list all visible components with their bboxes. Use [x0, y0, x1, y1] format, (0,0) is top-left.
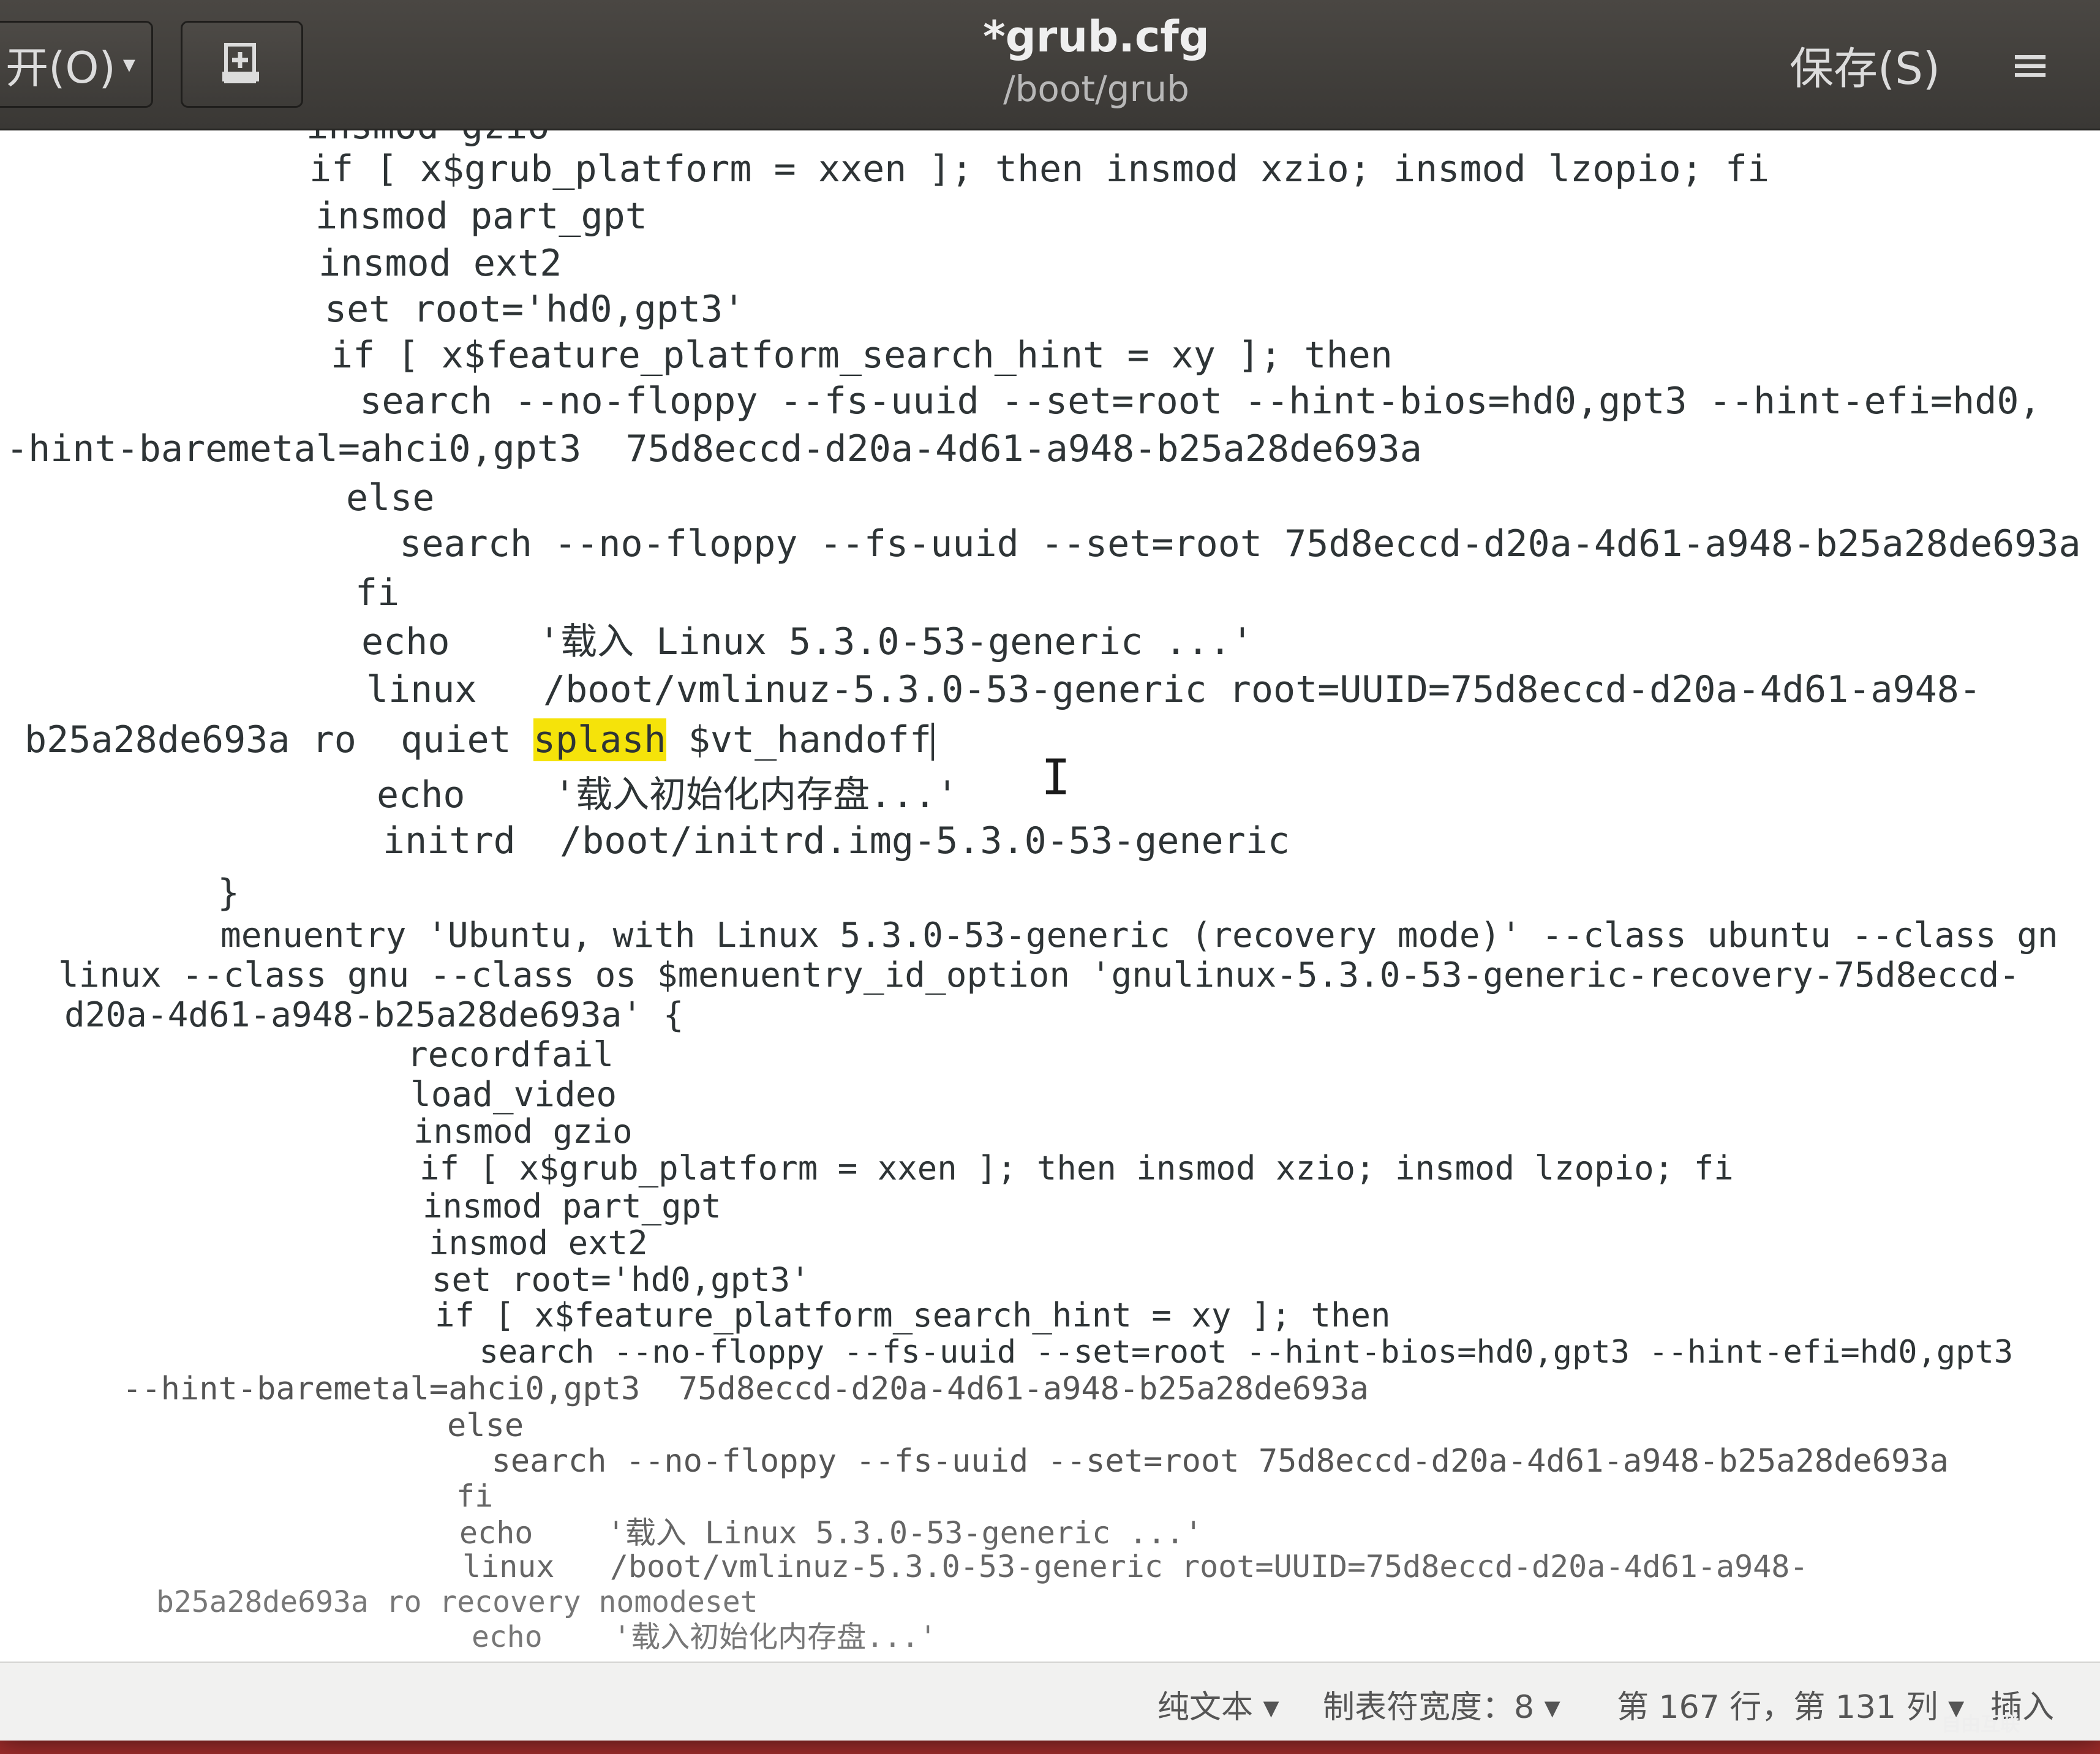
code-line: if [ x$feature_platform_search_hint = xy… — [331, 334, 1393, 377]
header-bar: 开(O) ▾ *grub.cfg /boot/grub 保存(S) ≡ — [0, 0, 2100, 130]
code-line: linux /boot/vmlinuz-5.3.0-53-generic roo… — [366, 668, 1981, 711]
code-line: b25a28de693a ro quiet splash $vt_handoff — [24, 718, 935, 761]
code-line: menuentry 'Ubuntu, with Linux 5.3.0-53-g… — [220, 916, 2058, 955]
code-line: echo '载入 Linux 5.3.0-53-generic ...' — [361, 620, 1254, 663]
gedit-window: 开(O) ▾ *grub.cfg /boot/grub 保存(S) ≡ insm… — [0, 0, 2100, 1741]
code-line: if [ x$grub_platform = xxen ]; then insm… — [420, 1149, 1734, 1188]
document-title: *grub.cfg — [983, 12, 1210, 62]
code-line: linux --class gnu --class os $menuentry_… — [58, 955, 2020, 995]
ibeam-cursor-icon: I — [1041, 749, 1071, 806]
syntax-selector[interactable]: 纯文本 ▾ — [1157, 1681, 1279, 1727]
code-line: fi — [355, 571, 400, 614]
code-line: set root='hd0,gpt3' — [325, 288, 745, 331]
new-tab-button[interactable] — [181, 21, 303, 108]
code-line: recordfail — [407, 1035, 614, 1075]
code-line: --hint-baremetal=ahci0,gpt3 75d8eccd-d20… — [122, 1371, 1369, 1407]
open-button-label: 开(O) — [6, 42, 116, 93]
code-line: initrd /boot/initrd.img-5.3.0-53-generic — [383, 819, 1290, 862]
code-line: search --no-floppy --fs-uuid --set=root … — [355, 522, 2081, 565]
code-line: if [ x$grub_platform = xxen ]; then insm… — [309, 148, 1770, 190]
code-line: search --no-floppy --fs-uuid --set=root … — [315, 380, 2041, 423]
watermark-logo: 自由互联 — [1941, 1712, 2020, 1736]
status-bar: 纯文本 ▾ 制表符宽度：8 ▾ 第 167 行，第 131 列 ▾ 插入 — [0, 1662, 2100, 1741]
tab-width-selector[interactable]: 制表符宽度：8 ▾ — [1323, 1681, 1560, 1727]
code-line: else — [346, 476, 435, 519]
code-line: -hint-baremetal=ahci0,gpt3 75d8eccd-d20a… — [6, 427, 1422, 470]
open-button[interactable]: 开(O) ▾ — [0, 21, 153, 108]
new-document-icon — [222, 43, 259, 83]
hamburger-menu-icon[interactable]: ≡ — [1978, 21, 2082, 108]
save-button[interactable]: 保存(S) — [1770, 21, 1960, 108]
code-line: insmod part_gpt — [315, 195, 647, 238]
code-line: insmod gzio — [306, 130, 549, 148]
text-cursor — [931, 723, 935, 761]
cursor-position-selector[interactable]: 第 167 行，第 131 列 ▾ — [1617, 1681, 1964, 1727]
chevron-down-icon: ▾ — [122, 50, 135, 78]
code-line: echo '载入初始化内存盘...' — [472, 1620, 937, 1654]
code-line: search --no-floppy --fs-uuid --set=root … — [453, 1443, 1949, 1480]
search-highlight: splash — [533, 718, 666, 761]
code-line: insmod ext2 — [318, 242, 562, 285]
window-title: *grub.cfg /boot/grub — [857, 6, 1335, 110]
code-line: echo '载入初始化内存盘...' — [377, 773, 958, 816]
document-path: /boot/grub — [1003, 68, 1189, 110]
code-line: d20a-4d61-a948-b25a28de693a' { — [64, 995, 684, 1035]
text-editor[interactable]: insmod gzio if [ x$grub_platform = xxen … — [0, 130, 2100, 1662]
code-text: $vt_handoff — [666, 718, 932, 761]
code-line: } — [217, 871, 240, 914]
code-text: b25a28de693a ro quiet — [24, 718, 533, 761]
